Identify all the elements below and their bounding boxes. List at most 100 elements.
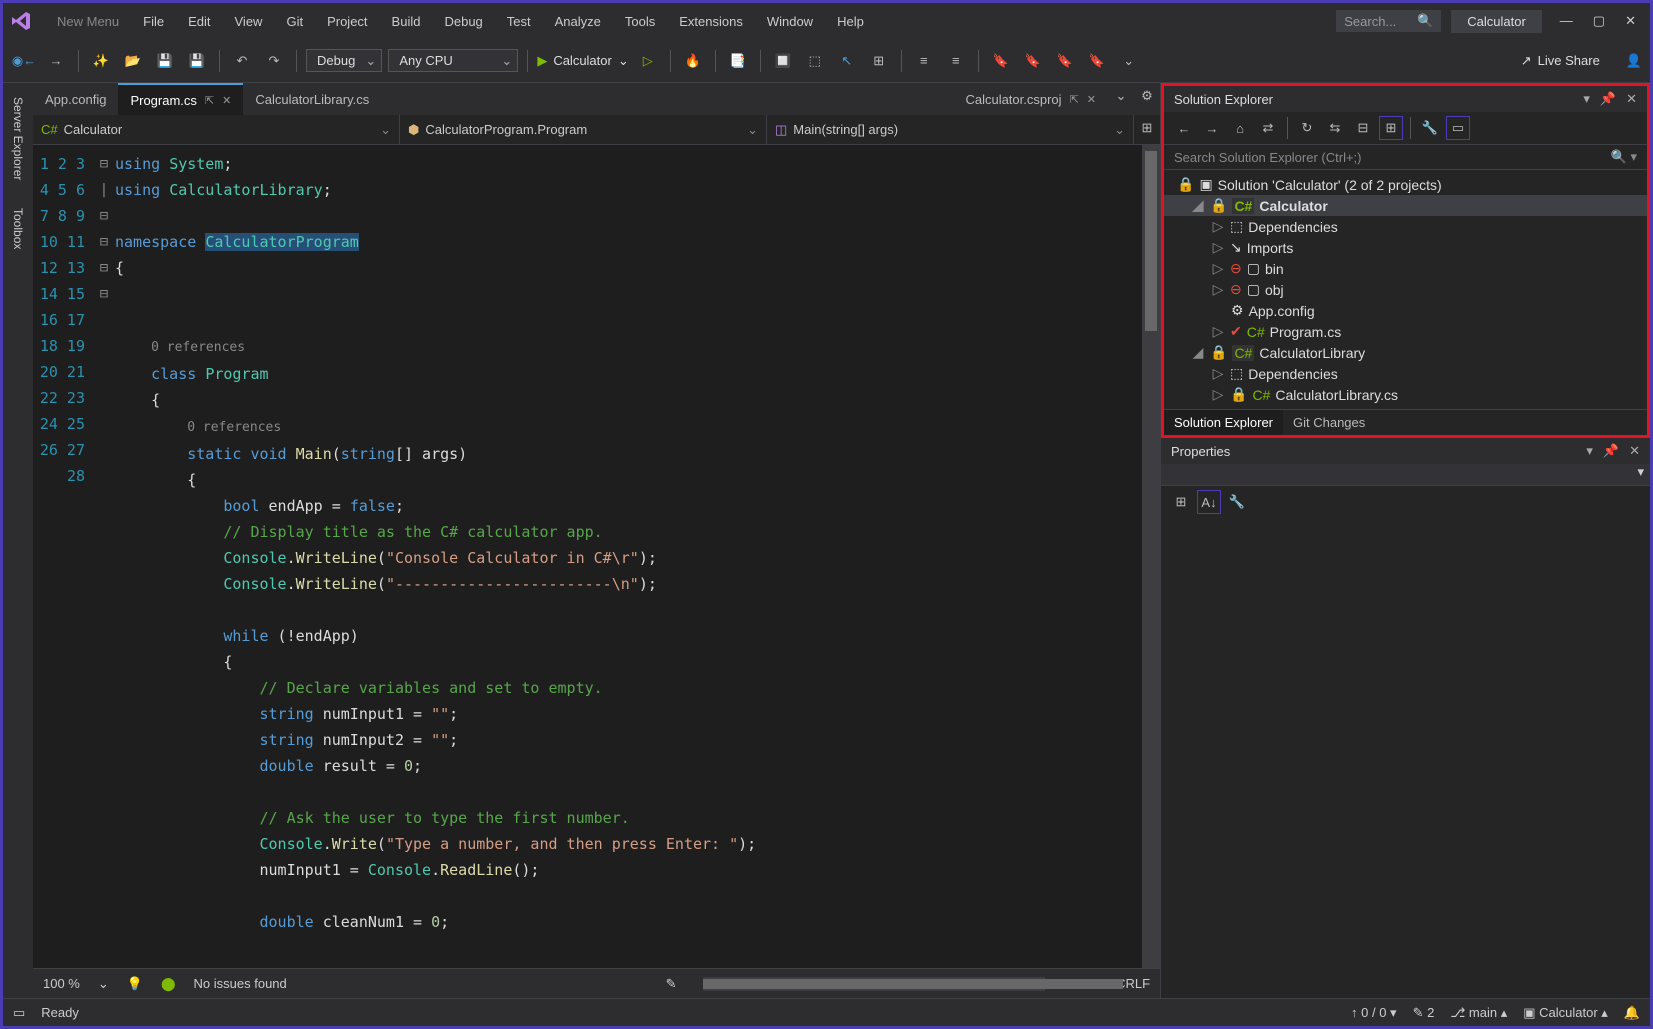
tree-obj[interactable]: ▷ ⊖ ▢ obj [1164,279,1647,300]
repo-indicator[interactable]: ▣ Calculator ▴ [1523,1005,1608,1021]
hot-reload-button[interactable]: 🔥 [680,48,706,74]
new-item-button[interactable]: ✨ [88,48,114,74]
tree-appconfig[interactable]: ⚙ App.config [1164,300,1647,321]
overflow-icon[interactable]: ⌄ [1116,48,1142,74]
search-box[interactable]: Search... 🔍 [1336,10,1441,32]
nav-class-combo[interactable]: ⬢ CalculatorProgram.Program ⌄ [400,115,767,144]
alphabetical-icon[interactable]: A↓ [1197,490,1221,514]
fwd-icon[interactable]: → [1200,116,1224,140]
tree-dependencies[interactable]: ▷ ⬚ Dependencies [1164,216,1647,237]
menu-window[interactable]: Window [757,10,823,33]
close-tab-icon[interactable]: ✕ [222,94,231,107]
tree-program-cs[interactable]: ▷ ✔ C# Program.cs [1164,321,1647,342]
lightbulb-icon[interactable]: 💡 [127,976,143,992]
code-editor[interactable]: 1 2 3 4 5 6 7 8 9 10 11 12 13 14 15 16 1… [33,145,1160,968]
pin-icon[interactable]: ⇱ [205,94,214,107]
tab-csproj[interactable]: Calculator.csproj ⇱ ✕ [953,83,1108,115]
menu-edit[interactable]: Edit [178,10,220,33]
save-all-button[interactable]: 💾 [184,48,210,74]
menu-file[interactable]: File [133,10,174,33]
issues-label[interactable]: No issues found [194,976,287,991]
format-button[interactable]: ⊞ [866,48,892,74]
menu-extensions[interactable]: Extensions [669,10,753,33]
sync-icon[interactable]: ⇆ [1323,116,1347,140]
menu-git[interactable]: Git [276,10,313,33]
close-tab-icon[interactable]: ✕ [1087,93,1096,106]
chevron-down-icon[interactable]: ⌄ [98,976,109,992]
bookmark-prev-button[interactable]: 🔖 [1020,48,1046,74]
toolbox-tab[interactable]: Toolbox [7,204,29,253]
tab-app-config[interactable]: App.config [33,83,118,115]
notifications-icon[interactable]: 🔔 [1624,1005,1640,1021]
switch-views-icon[interactable]: ⇄ [1256,116,1280,140]
collapse-icon[interactable]: ⊟ [1351,116,1375,140]
start-no-debug-button[interactable]: ▷ [635,48,661,74]
code-content[interactable]: using System;using CalculatorLibrary;nam… [115,145,1142,968]
tb-icon-1[interactable]: ⬚ [802,48,828,74]
tab-program-cs[interactable]: Program.cs ⇱ ✕ [118,83,243,115]
show-all-icon[interactable]: ⊞ [1379,116,1403,140]
pin-icon[interactable]: ⇱ [1070,93,1079,106]
home-icon[interactable]: ⌂ [1228,116,1252,140]
maximize-button[interactable]: ▢ [1593,13,1605,29]
outdent-button[interactable]: ≡ [911,48,937,74]
find-in-files-button[interactable]: 🔲 [770,48,796,74]
config-combo[interactable]: Debug [306,49,382,72]
minimize-button[interactable]: ― [1560,13,1573,29]
tree-solution[interactable]: 🔒 ▣ Solution 'Calculator' (2 of 2 projec… [1164,174,1647,195]
split-editor-icon[interactable]: ⊞ [1134,115,1160,141]
cursor-icon[interactable]: ↖ [834,48,860,74]
pin-icon[interactable]: 📌 [1603,443,1619,459]
close-icon[interactable]: ✕ [1626,91,1637,107]
nav-back-button[interactable]: ◉← [11,48,37,74]
platform-combo[interactable]: Any CPU [388,49,518,72]
tree-dependencies-2[interactable]: ▷ ⬚ Dependencies [1164,363,1647,384]
dropdown-icon[interactable]: ▾ [1586,443,1593,459]
menu-view[interactable]: View [225,10,273,33]
nav-project-combo[interactable]: C# Calculator ⌄ [33,115,400,144]
bookmark-clear-button[interactable]: 🔖 [1084,48,1110,74]
close-icon[interactable]: ✕ [1629,443,1640,459]
account-icon[interactable]: 👤 [1626,53,1642,69]
save-button[interactable]: 💾 [152,48,178,74]
open-button[interactable]: 📂 [120,48,146,74]
tree-project-calclib[interactable]: ◢ 🔒 C# CalculatorLibrary [1164,342,1647,363]
menu-project[interactable]: Project [317,10,377,33]
menu-analyze[interactable]: Analyze [545,10,611,33]
back-icon[interactable]: ← [1172,116,1196,140]
pending-changes[interactable]: ✎ 2 [1413,1005,1435,1021]
close-button[interactable]: ✕ [1625,13,1636,29]
server-explorer-tab[interactable]: Server Explorer [7,93,29,184]
pin-icon[interactable]: 📌 [1600,91,1616,107]
zoom-level[interactable]: 100 % [43,976,80,991]
live-share-button[interactable]: Live Share [1538,53,1600,68]
props-combo[interactable]: ▾ [1161,464,1650,486]
tab-git-changes[interactable]: Git Changes [1283,410,1375,435]
brush-icon[interactable]: ✎ [666,976,677,992]
menu-test[interactable]: Test [497,10,541,33]
undo-button[interactable]: ↶ [229,48,255,74]
menu-build[interactable]: Build [382,10,431,33]
horizontal-scrollbar[interactable] [703,977,1046,991]
tab-solution-explorer[interactable]: Solution Explorer [1164,410,1283,435]
refresh-icon[interactable]: ↻ [1295,116,1319,140]
tree-project-calculator[interactable]: ◢ 🔒 C# Calculator [1164,195,1647,216]
bookmark-button[interactable]: 🔖 [988,48,1014,74]
tree-bin[interactable]: ▷ ⊖ ▢ bin [1164,258,1647,279]
wrench-icon[interactable]: 🔧 [1225,490,1249,514]
preview-icon[interactable]: ▭ [1446,116,1470,140]
se-search-box[interactable]: Search Solution Explorer (Ctrl+;) 🔍 ▾ [1164,145,1647,170]
branch-indicator[interactable]: ⎇ main ▴ [1450,1005,1507,1021]
tree-calclib-cs[interactable]: ▷ 🔒 C# CalculatorLibrary.cs [1164,384,1647,405]
nav-member-combo[interactable]: ◫ Main(string[] args) ⌄ [767,115,1134,144]
indent-button[interactable]: ≡ [943,48,969,74]
vertical-scrollbar[interactable] [1142,145,1160,968]
tree-imports[interactable]: ▷ ↘ Imports [1164,237,1647,258]
menu-tools[interactable]: Tools [615,10,665,33]
tab-settings-icon[interactable]: ⚙ [1134,83,1160,109]
tab-calculator-library[interactable]: CalculatorLibrary.cs [243,83,381,115]
categorize-icon[interactable]: ⊞ [1169,490,1193,514]
error-count[interactable]: ↑ 0 / 0 ▾ [1351,1005,1397,1021]
nav-fwd-button[interactable]: → [43,48,69,74]
properties-icon[interactable]: 🔧 [1418,116,1442,140]
